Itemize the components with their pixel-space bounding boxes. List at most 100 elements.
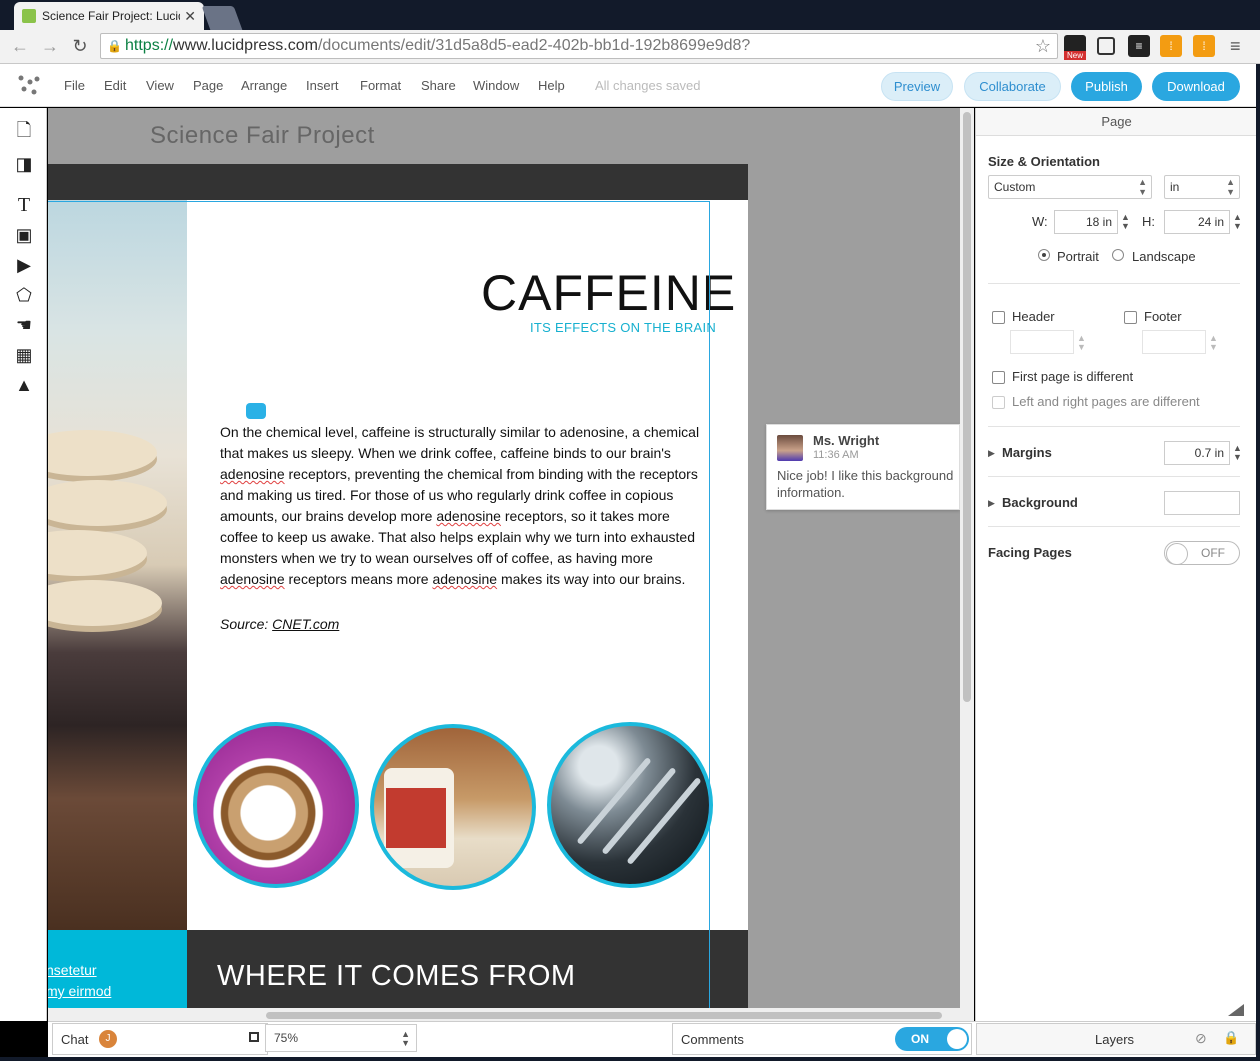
menu-help[interactable]: Help	[538, 78, 565, 93]
margins-input[interactable]: 0.7 in	[1164, 441, 1230, 465]
portrait-radio[interactable]	[1038, 249, 1050, 261]
address-bar[interactable]: 🔒 https://www.lucidpress.com/documents/e…	[100, 33, 1058, 59]
forks-photo[interactable]	[547, 722, 713, 888]
width-spinner-icon[interactable]: ▲ ▼	[1121, 213, 1130, 231]
height-input[interactable]: 24 in	[1164, 210, 1230, 234]
download-button[interactable]: Download	[1152, 72, 1240, 101]
google-drive-icon[interactable]: ▲	[12, 374, 36, 396]
page-top-band[interactable]	[48, 164, 748, 200]
main-heading[interactable]: CAFFEINE	[481, 264, 736, 322]
browser-tab-active[interactable]: Science Fair Project: Lucid ✕	[14, 2, 204, 30]
chat-panel-button[interactable]: Chat J	[52, 1023, 268, 1055]
menu-edit[interactable]: Edit	[104, 78, 126, 93]
extension-orange-2-icon[interactable]: ⁞	[1193, 35, 1215, 57]
coffee-cup-photo[interactable]	[193, 722, 359, 888]
preview-button[interactable]: Preview	[881, 72, 953, 101]
menu-page[interactable]: Page	[193, 78, 223, 93]
first-page-different-label[interactable]: First page is different	[1012, 369, 1133, 384]
maximize-icon[interactable]	[249, 1032, 259, 1042]
facing-pages-toggle[interactable]: OFF	[1164, 541, 1240, 565]
footer-spinner-icon[interactable]: ▲ ▼	[1209, 334, 1218, 352]
menu-window[interactable]: Window	[473, 78, 519, 93]
editor-canvas[interactable]: Science Fair Project nsetetur my eirmod …	[48, 108, 960, 1021]
footer-label[interactable]: Footer	[1144, 309, 1182, 324]
header-checkbox[interactable]	[992, 311, 1005, 324]
source-line[interactable]: Source: CNET.com	[220, 616, 339, 632]
background-color-swatch[interactable]	[1164, 491, 1240, 515]
extension-new-icon[interactable]: New	[1064, 35, 1086, 60]
margins-label[interactable]: Margins	[1002, 445, 1052, 460]
first-page-different-checkbox[interactable]	[992, 371, 1005, 384]
landscape-radio[interactable]	[1112, 249, 1124, 261]
text-tool-icon[interactable]: T	[12, 194, 36, 216]
chrome-menu-icon[interactable]: ≡	[1230, 36, 1241, 57]
macaron-photo[interactable]	[48, 200, 187, 930]
bookmark-star-icon[interactable]: ☆	[1035, 36, 1051, 57]
comment-card[interactable]: Ms. Wright 11:36 AM Nice job! I like thi…	[766, 424, 960, 510]
comment-marker-icon[interactable]	[246, 403, 266, 419]
menu-insert[interactable]: Insert	[306, 78, 339, 93]
lucidpress-logo-icon[interactable]	[16, 74, 40, 96]
mug-photo[interactable]	[370, 724, 536, 890]
resize-grip-icon[interactable]	[1228, 1004, 1244, 1016]
menu-share[interactable]: Share	[421, 78, 456, 93]
portrait-label[interactable]: Portrait	[1057, 249, 1099, 264]
menu-file[interactable]: File	[64, 78, 85, 93]
shapes-tool-icon[interactable]: ⬠	[12, 284, 36, 306]
zoom-select[interactable]: 75% ▲ ▼	[265, 1024, 417, 1052]
background-expand-icon[interactable]: ▶	[988, 498, 995, 509]
subheading[interactable]: ITS EFFECTS ON THE BRAIN	[530, 320, 716, 335]
window-frame	[0, 1057, 1260, 1061]
vertical-scroll-thumb[interactable]	[963, 112, 971, 702]
size-preset-value: Custom	[994, 180, 1036, 194]
width-input[interactable]: 18 in	[1054, 210, 1118, 234]
body-text[interactable]: On the chemical level, caffeine is struc…	[220, 422, 708, 590]
document-page[interactable]: nsetetur my eirmod ians manu WHERE IT CO…	[48, 200, 748, 1021]
left-toolbar: 🗋 ◨ T ▣ ▶ ⬠ ☚ ▦ ▲	[0, 108, 47, 1021]
extension-stripes-icon[interactable]: ≡	[1128, 35, 1150, 57]
select-arrows-icon: ▲ ▼	[1138, 177, 1147, 197]
hotspot-tool-icon[interactable]: ☚	[12, 314, 36, 336]
add-page-icon[interactable]: 🗋	[12, 120, 36, 144]
reload-icon[interactable]: ↻	[68, 34, 92, 58]
extension-orange-icon[interactable]: ⁞	[1160, 35, 1182, 57]
layers-panel-button[interactable]: Layers ⊘ 🔒	[976, 1023, 1256, 1055]
video-tool-icon[interactable]: ▶	[12, 254, 36, 276]
body-run: makes its way into our brains.	[497, 571, 686, 587]
landscape-label[interactable]: Landscape	[1132, 249, 1196, 264]
vertical-scrollbar[interactable]	[960, 108, 974, 1021]
forward-arrow-icon[interactable]: →	[38, 34, 62, 58]
horizontal-scrollbar[interactable]	[48, 1008, 960, 1021]
background-label[interactable]: Background	[1002, 495, 1078, 510]
source-link[interactable]: CNET.com	[272, 616, 339, 632]
unit-select[interactable]: in ▲ ▼	[1164, 175, 1240, 199]
section-heading[interactable]: WHERE IT COMES FROM	[217, 960, 576, 993]
footer-size-input[interactable]	[1142, 330, 1206, 354]
cast-icon[interactable]	[1097, 37, 1115, 55]
hide-eye-icon[interactable]: ⊘	[1195, 1030, 1207, 1047]
menu-arrange[interactable]: Arrange	[241, 78, 287, 93]
comments-panel-button[interactable]: Comments ON	[672, 1023, 972, 1055]
layout-panel-icon[interactable]: ◨	[12, 153, 36, 175]
margins-spinner-icon[interactable]: ▲ ▼	[1233, 444, 1242, 462]
height-spinner-icon[interactable]: ▲ ▼	[1233, 213, 1242, 231]
margins-expand-icon[interactable]: ▶	[988, 448, 995, 459]
lock-layer-icon[interactable]: 🔒	[1223, 1030, 1239, 1046]
footer-checkbox[interactable]	[1124, 311, 1137, 324]
header-size-input[interactable]	[1010, 330, 1074, 354]
header-label[interactable]: Header	[1012, 309, 1055, 324]
image-tool-icon[interactable]: ▣	[12, 224, 36, 246]
menu-view[interactable]: View	[146, 78, 174, 93]
header-spinner-icon[interactable]: ▲ ▼	[1077, 334, 1086, 352]
document-title[interactable]: Science Fair Project	[150, 122, 375, 150]
new-tab-button[interactable]	[201, 6, 243, 30]
horizontal-scroll-thumb[interactable]	[266, 1012, 942, 1019]
menu-format[interactable]: Format	[360, 78, 401, 93]
back-arrow-icon[interactable]: ←	[8, 34, 32, 58]
publish-button[interactable]: Publish	[1071, 72, 1142, 101]
close-tab-icon[interactable]: ✕	[184, 8, 196, 25]
table-tool-icon[interactable]: ▦	[12, 344, 36, 366]
collaborate-button[interactable]: Collaborate	[964, 72, 1061, 101]
comments-toggle[interactable]: ON	[895, 1027, 969, 1051]
size-preset-select[interactable]: Custom ▲ ▼	[988, 175, 1152, 199]
